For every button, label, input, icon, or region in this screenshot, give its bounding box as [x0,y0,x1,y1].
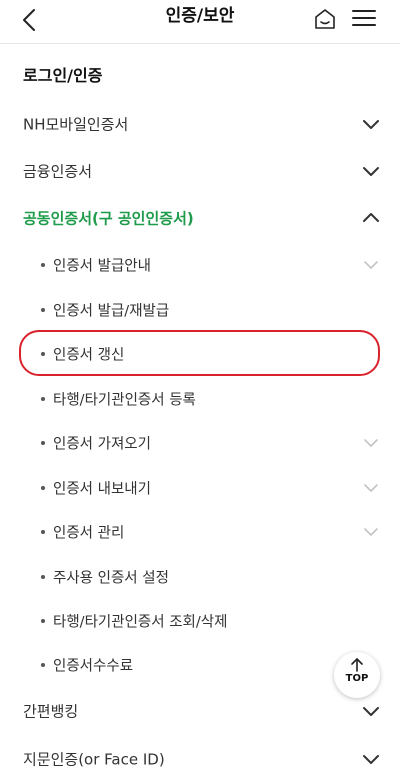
chevron-down-icon [363,120,379,129]
submenu-item-label: 타행/타기관인증서 등록 [53,392,196,409]
submenu-item-label: 주사용 인증서 설정 [53,570,169,587]
submenu-item-label: 인증서 갱신 [53,347,125,364]
menu-item-simple-banking[interactable]: 간편뱅킹 [0,691,400,731]
submenu-item-cert-import[interactable]: 인증서 가져오기 [0,423,400,463]
bullet-icon [41,619,45,623]
bullet-icon [41,486,45,490]
arrow-up-icon [351,658,363,672]
submenu-item-cert-issue-reissue[interactable]: 인증서 발급/재발급 [0,290,400,330]
submenu-item-label: 인증서 발급/재발급 [53,303,170,320]
chevron-down-icon [364,528,378,536]
menu-item-biometric-auth[interactable]: 지문인증(or Face ID) [0,739,400,779]
menu-item-nh-mobile-cert[interactable]: NH모바일인증서 [0,104,400,144]
menu-item-label: 지문인증(or Face ID) [23,750,165,769]
chevron-down-icon [363,755,379,764]
menu-button[interactable] [348,3,380,33]
bullet-icon [41,308,45,312]
bullet-icon [41,352,45,356]
bullet-icon [41,663,45,667]
submenu-item-label: 인증서 내보내기 [53,481,151,498]
home-icon [315,9,335,29]
bullet-icon [41,441,45,445]
home-button[interactable] [310,4,340,34]
chevron-down-icon [364,261,378,269]
submenu-item-other-bank-cert-lookup-delete[interactable]: 타행/타기관인증서 조회/삭제 [0,601,400,641]
menu-item-joint-cert[interactable]: 공동인증서(구 공인인증서) [0,198,400,238]
menu-item-financial-cert[interactable]: 금융인증서 [0,151,400,191]
bullet-icon [41,397,45,401]
chevron-down-icon [364,439,378,447]
back-button[interactable] [14,4,46,36]
submenu-item-cert-issue-guide[interactable]: 인증서 발급안내 [0,245,400,285]
menu-item-label: 간편뱅킹 [23,702,79,721]
chevron-down-icon [363,707,379,716]
submenu-item-label: 인증서 관리 [53,525,125,542]
page-title: 인증/보안 [165,6,235,26]
submenu-item-label: 인증서 가져오기 [53,436,151,453]
submenu-item-other-bank-cert-register[interactable]: 타행/타기관인증서 등록 [0,379,400,419]
chevron-down-icon [363,167,379,176]
menu-item-label: 금융인증서 [23,162,93,181]
menu-item-label: 공동인증서(구 공인인증서) [23,209,194,228]
bullet-icon [41,575,45,579]
hamburger-menu-icon [352,10,376,26]
bullet-icon [41,530,45,534]
chevron-up-icon [363,213,379,222]
submenu-item-cert-manage[interactable]: 인증서 관리 [0,512,400,552]
submenu-item-cert-renewal[interactable]: 인증서 갱신 [0,334,400,374]
app-header: 인증/보안 [0,0,400,44]
chevron-left-icon [23,9,35,31]
bullet-icon [41,263,45,267]
section-title: 로그인/인증 [23,66,103,85]
scroll-to-top-button[interactable]: TOP [334,652,380,698]
chevron-down-icon [364,484,378,492]
submenu-item-label: 인증서수수료 [53,658,134,675]
submenu-item-cert-export[interactable]: 인증서 내보내기 [0,468,400,508]
submenu-item-label: 타행/타기관인증서 조회/삭제 [53,614,228,631]
submenu-item-primary-cert-setting[interactable]: 주사용 인증서 설정 [0,557,400,597]
submenu-item-label: 인증서 발급안내 [53,258,151,275]
menu-item-label: NH모바일인증서 [23,115,129,134]
top-label: TOP [345,673,369,684]
